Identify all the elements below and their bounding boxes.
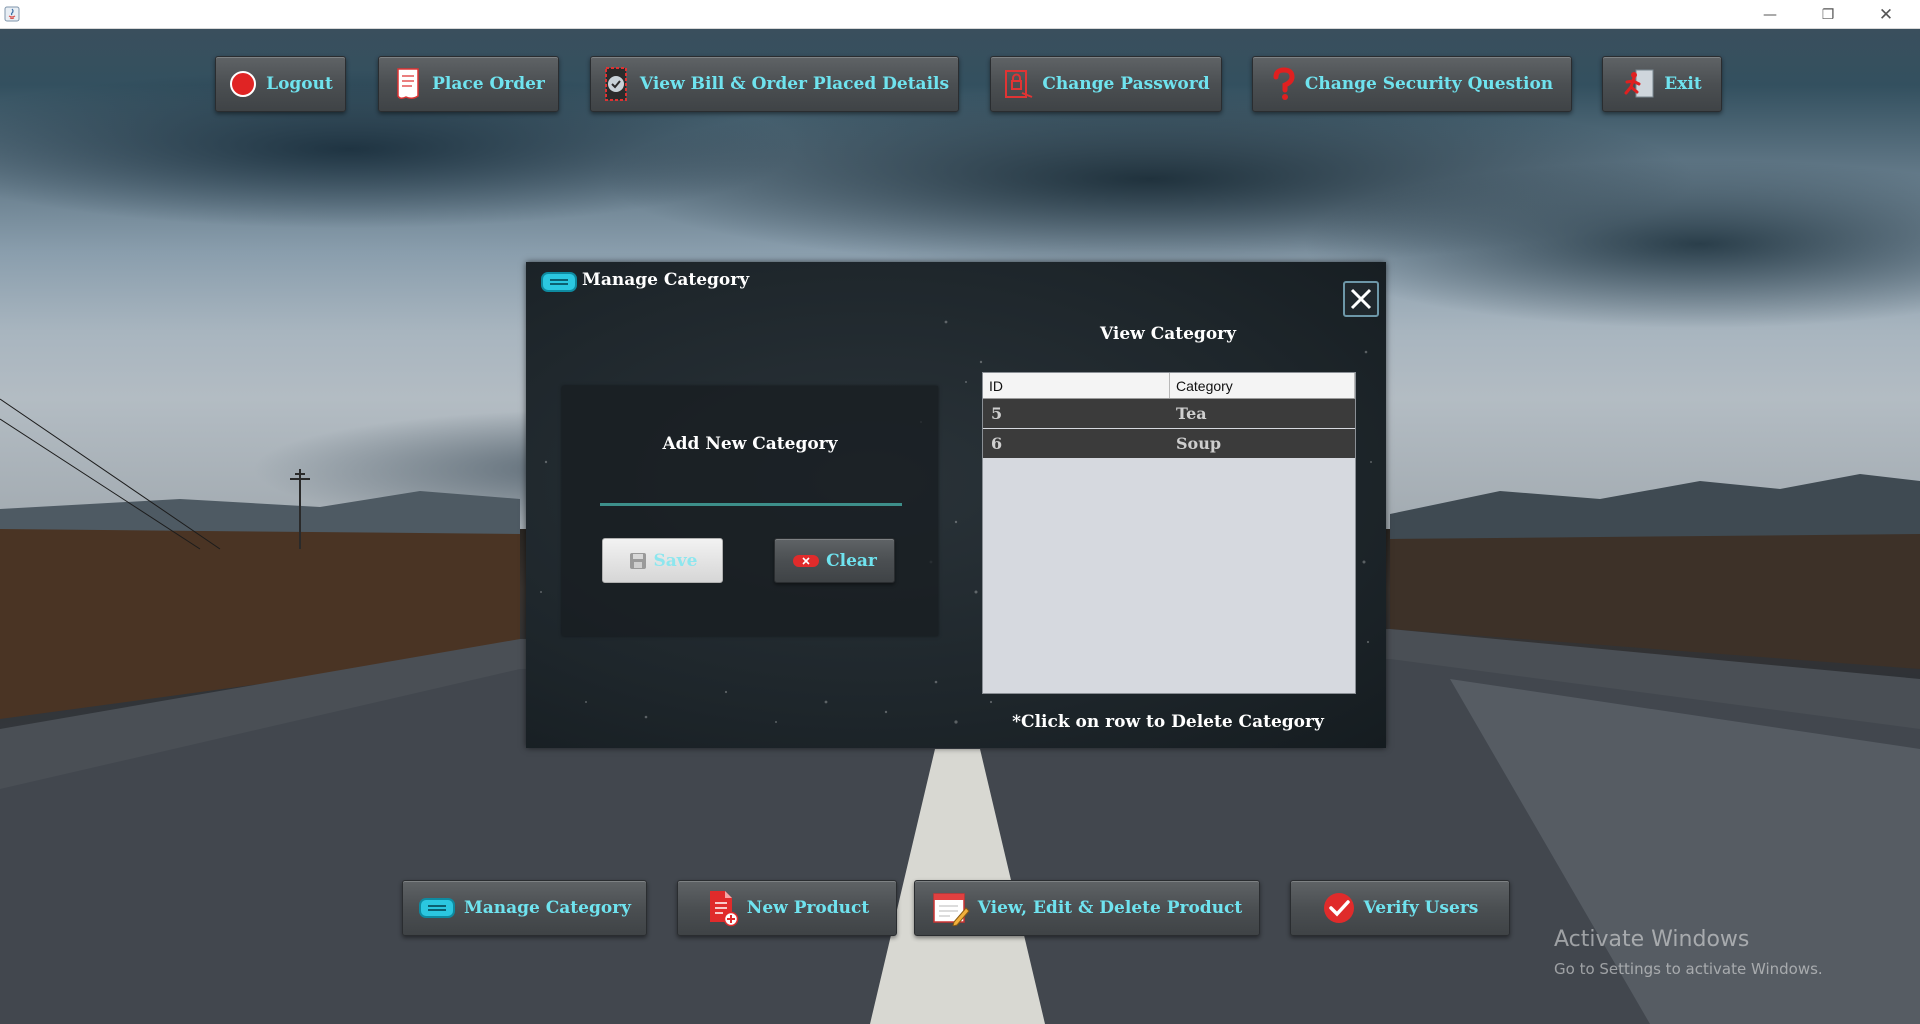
clear-label: Clear — [826, 550, 877, 571]
floppy-disk-icon — [629, 552, 646, 569]
receipt-scroll-icon — [397, 68, 419, 100]
activate-windows-watermark: Activate Windows — [1554, 927, 1750, 952]
close-icon — [1350, 288, 1372, 310]
save-label: Save — [653, 550, 698, 571]
new-document-icon — [709, 891, 739, 927]
logout-label: Logout — [266, 74, 333, 94]
column-header-id[interactable]: ID — [983, 373, 1170, 398]
view-bill-button[interactable]: View Bill & Order Placed Details — [590, 56, 959, 112]
change-password-label: Change Password — [1042, 74, 1210, 94]
cell-id: 6 — [991, 434, 1003, 453]
cell-id: 5 — [991, 404, 1003, 423]
add-category-panel: Add New Category Save Clear — [562, 386, 938, 636]
manage-category-button[interactable]: Manage Category — [402, 880, 647, 936]
question-mark-icon — [1273, 67, 1295, 100]
window-titlebar: — ❐ ✕ — [0, 0, 1920, 29]
edit-calendar-icon — [932, 893, 970, 926]
category-name-input[interactable] — [600, 478, 902, 506]
dialog-close-button[interactable] — [1343, 281, 1379, 317]
category-table[interactable]: ID Category 5 Tea 6 Soup — [982, 372, 1356, 694]
activate-windows-hint: Go to Settings to activate Windows. — [1554, 960, 1823, 978]
view-bill-label: View Bill & Order Placed Details — [639, 74, 950, 94]
minimize-button[interactable]: — — [1741, 0, 1799, 29]
verified-check-icon — [1323, 893, 1354, 923]
cell-category: Tea — [1176, 404, 1207, 423]
close-window-button[interactable]: ✕ — [1857, 0, 1915, 29]
view-edit-delete-product-button[interactable]: View, Edit & Delete Product — [914, 880, 1260, 936]
column-header-category[interactable]: Category — [1170, 373, 1355, 398]
view-edit-delete-product-label: View, Edit & Delete Product — [977, 898, 1243, 918]
add-category-heading: Add New Category — [662, 434, 838, 454]
table-header: ID Category — [983, 373, 1355, 399]
java-app-icon — [4, 6, 20, 22]
lock-key-icon — [1005, 70, 1033, 98]
category-icon — [418, 898, 455, 918]
clear-button[interactable]: Clear — [774, 538, 895, 583]
verify-users-label: Verify Users — [1363, 898, 1479, 918]
maximize-button[interactable]: ❐ — [1799, 0, 1857, 29]
exit-button[interactable]: Exit — [1602, 56, 1722, 112]
delete-hint: *Click on row to Delete Category — [1012, 712, 1324, 732]
place-order-label: Place Order — [432, 74, 545, 94]
change-security-question-button[interactable]: Change Security Question — [1252, 56, 1572, 112]
exit-door-icon — [1624, 69, 1654, 98]
clear-x-icon — [793, 554, 820, 567]
manage-category-label: Manage Category — [463, 898, 632, 918]
dialog-title: Manage Category — [582, 270, 750, 290]
new-product-label: New Product — [746, 898, 870, 918]
change-password-button[interactable]: Change Password — [990, 56, 1222, 112]
exit-label: Exit — [1664, 74, 1702, 94]
save-button[interactable]: Save — [602, 538, 723, 583]
place-order-button[interactable]: Place Order — [378, 56, 559, 112]
logout-button[interactable]: Logout — [215, 56, 346, 112]
table-row[interactable]: 6 Soup — [983, 429, 1355, 459]
category-icon — [541, 272, 577, 292]
verify-users-button[interactable]: Verify Users — [1290, 880, 1510, 936]
cell-category: Soup — [1176, 434, 1222, 453]
new-product-button[interactable]: New Product — [677, 880, 897, 936]
table-row[interactable]: 5 Tea — [983, 399, 1355, 429]
change-security-question-label: Change Security Question — [1304, 74, 1554, 94]
manage-category-dialog: Manage Category Add New Category Save Cl… — [526, 262, 1386, 748]
view-category-heading: View Category — [1100, 324, 1236, 344]
logout-icon — [230, 71, 257, 97]
bill-check-icon — [604, 67, 627, 101]
